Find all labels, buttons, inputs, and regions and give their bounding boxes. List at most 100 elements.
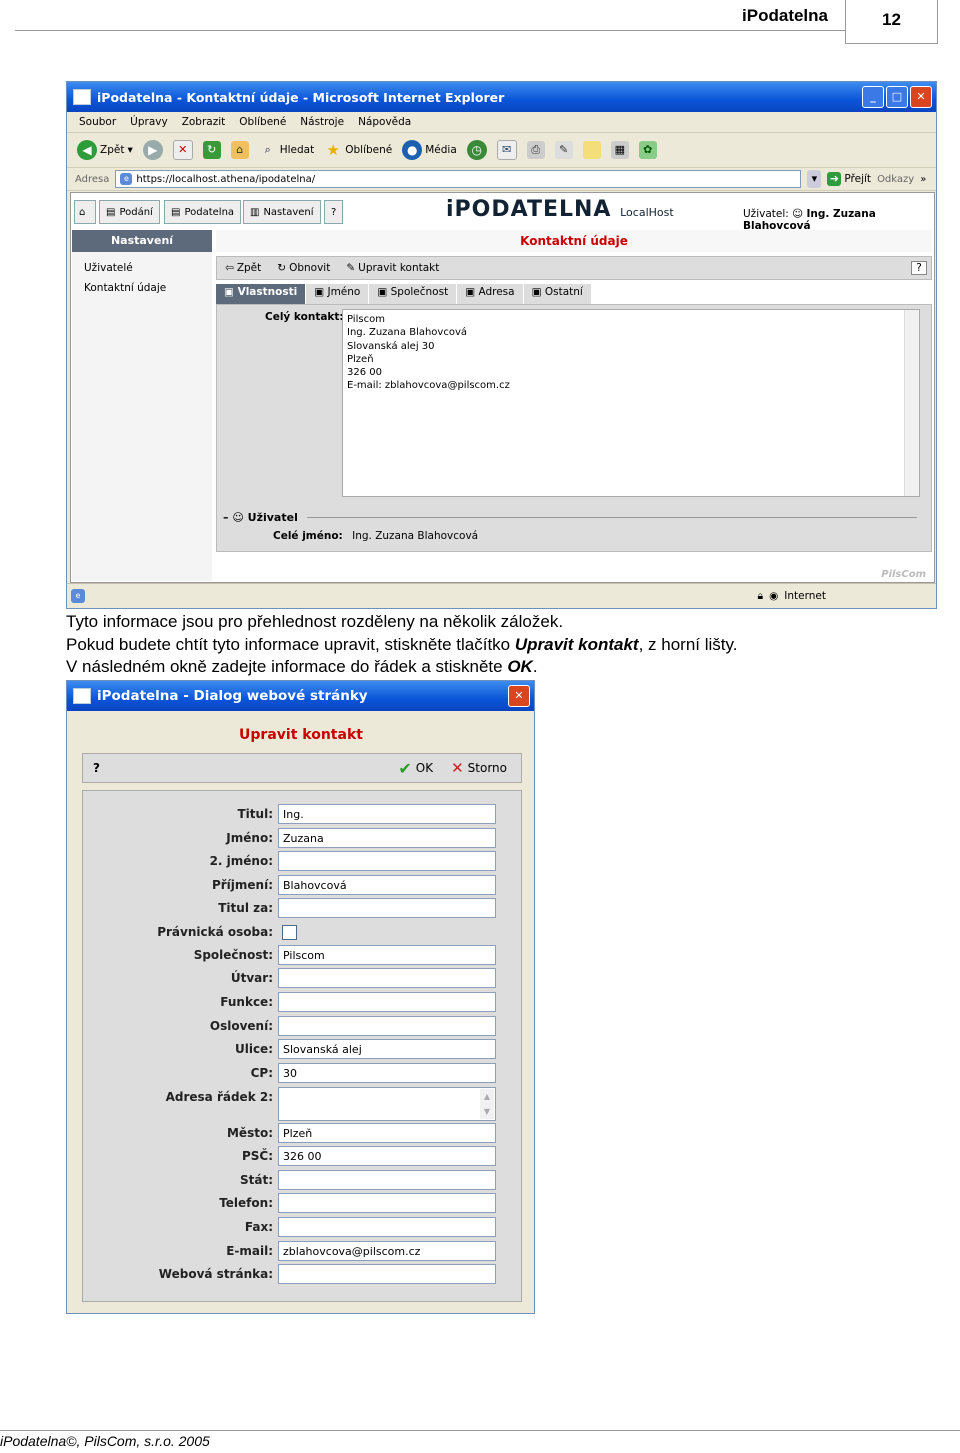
webova-stranka-input[interactable] [278,1264,496,1284]
full-name-row: Celé jméno: Ing. Zuzana Blahovcová [273,530,478,542]
stop-icon[interactable]: ✕ [172,140,193,160]
tab-icon: ▣ [531,286,545,298]
menu-zobrazit[interactable]: Zobrazit [182,116,226,128]
search-button[interactable]: ⌕ Hledat [259,141,315,159]
funkce-input[interactable] [278,992,496,1012]
titul-input[interactable]: Ing. [278,804,496,824]
edit-icon: ✎ [346,262,356,274]
web-page-content: ⌂ ▤ Podání ▤ Podatelna ▥ Nastavení ? iPO… [70,192,935,583]
browser-titlebar: iPodatelna - Kontaktní údaje - Microsoft… [67,82,936,112]
links-label[interactable]: Odkazy [877,174,914,185]
address-dropdown-icon[interactable]: ▾ [807,170,822,188]
research-icon[interactable]: ▦ [610,141,629,159]
form-row-stat: Stát: [83,1170,521,1192]
media-icon: ● [402,140,423,160]
browser-toolbar: ◀ Zpět ▾ ▶ ✕ ↻ ⌂ ⌕ Hledat ★ Oblíbené ● M… [67,133,936,168]
dialog-toolbar: ? ✔ OK ✕ Storno [82,753,522,783]
tab-icon: ▣ [224,286,238,298]
links-chevron-icon[interactable]: » [920,174,926,185]
maximize-icon[interactable]: □ [886,86,908,108]
messenger-icon[interactable]: ✿ [638,141,657,159]
history-icon[interactable]: ◷ [466,140,487,160]
dialog-window-screenshot: iPodatelna - Dialog webové stránky ✕ Upr… [66,680,535,1314]
footer-divider [0,1430,960,1431]
pilscom-watermark: PilsCom [881,569,926,580]
app-logo: iPODATELNA LocalHost [446,197,674,222]
go-arrow-icon: ➜ [827,172,842,186]
menu-soubor[interactable]: Soubor [79,116,116,128]
email-input[interactable]: zblahovcova@pilscom.cz [278,1241,496,1261]
spolecnost-input[interactable]: Pilscom [278,945,496,965]
jmeno-input[interactable]: Zuzana [278,828,496,848]
favorites-button[interactable]: ★ Oblíbené [324,141,392,159]
close-icon[interactable]: ✕ [910,86,932,108]
tab-nastaveni[interactable]: ▥ Nastavení [243,200,321,224]
form-row-spolecnost: Společnost: Pilscom [83,945,521,967]
tab-help[interactable]: ? [324,200,344,224]
tab-spolecnost[interactable]: ▣ Společnost [369,284,458,304]
prijmeni-input[interactable]: Blahovcová [278,875,496,895]
edit-icon[interactable]: ✎ [554,141,573,159]
tab-icon: ▣ [465,286,479,298]
close-icon[interactable]: ✕ [508,685,530,707]
sidebar-item-kontaktni-udaje[interactable]: Kontaktní údaje [72,282,212,294]
help-icon[interactable]: ? [911,261,927,275]
ulice-input[interactable]: Slovanská alej [278,1039,496,1059]
tab-ostatni[interactable]: ▣ Ostatní [523,284,592,304]
form-row-osloveni: Oslovení: [83,1016,521,1038]
form-row-cp: CP: 30 [83,1063,521,1085]
action-back-button[interactable]: ⇦ Zpět [225,262,261,274]
home-icon[interactable]: ⌂ [230,141,249,159]
mail-icon[interactable]: ✉ [496,140,517,160]
mesto-input[interactable]: Plzeň [278,1123,496,1143]
property-tabs: ▣ Vlastnosti ▣ Jméno ▣ Společnost ▣ Adre… [216,284,932,304]
refresh-icon[interactable]: ↻ [202,141,221,159]
app-home-tab[interactable]: ⌂ [74,200,96,224]
ok-button[interactable]: ✔ OK [398,759,433,778]
lock-icon: 🔒︎ [757,589,764,602]
menu-oblibene[interactable]: Oblíbené [239,116,286,128]
utvar-input[interactable] [278,968,496,988]
telefon-input[interactable] [278,1193,496,1213]
minimize-icon[interactable]: _ [862,86,884,108]
psc-input[interactable]: 326 00 [278,1146,496,1166]
note-icon[interactable] [582,141,601,159]
pravnicka-osoba-checkbox[interactable] [282,925,297,940]
textarea-scrollbar[interactable] [904,310,919,496]
podani-icon: ▤ [106,206,116,218]
print-icon[interactable]: ⎙ [526,141,545,159]
menu-upravy[interactable]: Úpravy [130,116,168,128]
address-input[interactable]: e https://localhost.athena/ipodatelna/ [115,170,802,188]
titul-za-input[interactable] [278,898,496,918]
go-button[interactable]: ➜ Přejít [827,172,871,186]
browser-title: iPodatelna - Kontaktní údaje - Microsoft… [97,89,505,105]
contact-form: Titul: Ing. Jméno: Zuzana 2. jméno: Příj… [82,790,522,1302]
tab-jmeno[interactable]: ▣ Jméno [306,284,370,304]
forward-arrow-icon[interactable]: ▶ [142,140,163,160]
tab-podatelna[interactable]: ▤ Podatelna [164,200,242,224]
second-name-input[interactable] [278,851,496,871]
stat-input[interactable] [278,1170,496,1190]
menu-napoveda[interactable]: Nápověda [358,116,411,128]
help-button[interactable]: ? [93,761,100,775]
dialog-heading: Upravit kontakt [239,727,363,743]
fax-input[interactable] [278,1217,496,1237]
full-contact-textarea[interactable]: Pilscom Ing. Zuzana Blahovcová Slovanská… [342,309,920,497]
adresa-radek-2-textarea[interactable]: ▲ ▼ [278,1087,496,1121]
edit-contact-button[interactable]: ✎ Upravit kontakt [346,262,439,274]
media-button[interactable]: ● Média [402,140,457,160]
tab-vlastnosti[interactable]: ▣ Vlastnosti [216,284,307,304]
form-row-pravnicka-osoba: Právnická osoba: [83,922,521,944]
cancel-button[interactable]: ✕ Storno [451,759,507,777]
browser-statusbar: e 🔒︎ ◉ Internet [67,583,936,608]
osloveni-input[interactable] [278,1016,496,1036]
sidebar-item-uzivatele[interactable]: Uživatelé [72,262,212,274]
back-button[interactable]: ◀ Zpět ▾ [77,140,133,160]
menu-nastroje[interactable]: Nástroje [300,116,344,128]
action-refresh-button[interactable]: ↻ Obnovit [277,262,330,274]
cp-input[interactable]: 30 [278,1063,496,1083]
form-row-utvar: Útvar: [83,968,521,990]
textarea-scrollbar[interactable]: ▲ ▼ [480,1089,494,1119]
tab-podani[interactable]: ▤ Podání [99,200,160,224]
tab-adresa[interactable]: ▣ Adresa [457,284,524,304]
